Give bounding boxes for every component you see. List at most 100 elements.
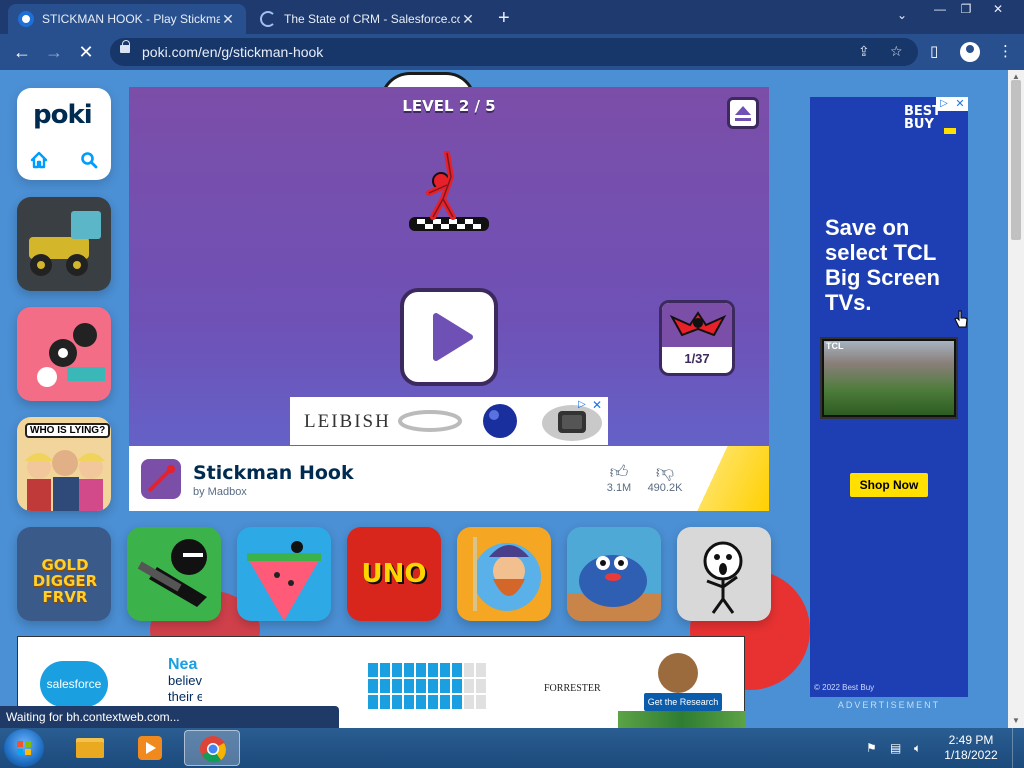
spinner-art (37, 323, 105, 387)
close-window-button[interactable]: ✕ (984, 0, 1012, 18)
forward-button[interactable]: → (42, 40, 66, 64)
person-icon (452, 695, 462, 709)
search-icon[interactable] (79, 150, 99, 170)
person-icon (416, 663, 426, 677)
person-icon (428, 663, 438, 677)
loading-spinner-icon (260, 11, 276, 27)
minimize-button[interactable]: — (926, 0, 954, 18)
collapse-button[interactable] (727, 97, 759, 129)
back-button[interactable]: ← (10, 40, 34, 64)
like-button[interactable]: 👍︎ 3.1M (595, 462, 643, 494)
headline-line: TVs. (825, 290, 872, 315)
game-tile-uno[interactable]: UNO (347, 527, 441, 621)
person-icon (476, 695, 486, 709)
new-tab-button[interactable]: + (498, 7, 510, 30)
tv-screen (824, 341, 954, 415)
stickman-character (409, 151, 489, 231)
tab-close-icon[interactable]: ✕ (460, 11, 476, 28)
windows-taskbar: ⚑ ▤ 🔈︎ 2:49 PM 1/18/2022 (0, 728, 1024, 768)
sapphire-image (483, 404, 517, 438)
person-icon (416, 679, 426, 693)
headline-line: Save on (825, 215, 910, 240)
salesforce-logo[interactable]: salesforce (40, 661, 108, 707)
level-indicator: LEVEL 2 / 5 (402, 97, 496, 115)
person-icon (380, 679, 390, 693)
shop-now-button[interactable]: Shop Now (850, 473, 928, 497)
start-button[interactable] (4, 729, 44, 767)
game-tile-who-is-lying[interactable]: WHO IS LYING? (17, 417, 111, 511)
poki-logo-card[interactable]: poki (17, 88, 111, 180)
maximize-button[interactable]: ❐ (952, 0, 980, 18)
poki-logo[interactable]: poki (33, 100, 93, 130)
person-icon (440, 679, 450, 693)
profile-icon[interactable] (960, 42, 980, 62)
ring-image (398, 410, 462, 432)
bestbuy-tag-icon (944, 128, 956, 134)
person-icon (440, 695, 450, 709)
browser-toolbar: ← → ✕ poki.com/en/g/stickman-hook ⇪ ☆ ▯ … (0, 34, 1024, 70)
person-icon (440, 663, 450, 677)
page-scrollbar[interactable]: ▲ ▼ (1008, 70, 1024, 728)
flag-icon[interactable]: ⚑ (866, 741, 877, 755)
star-icon[interactable]: ☆ (890, 43, 903, 60)
address-bar[interactable]: poki.com/en/g/stickman-hook ⇪ ☆ (110, 38, 918, 66)
tv-image: TCL (820, 337, 958, 419)
game-tile-stickman-face[interactable] (677, 527, 771, 621)
ad-footer: © 2022 Best Buy (814, 683, 875, 692)
network-icon[interactable]: ▤ (890, 741, 901, 755)
ad-close-icon[interactable]: ✕ (952, 97, 968, 111)
person-icon (380, 695, 390, 709)
tab-stickman-hook[interactable]: STICKMAN HOOK - Play Stickman ✕ (8, 4, 246, 34)
game-info-bar: Stickman Hook by Madbox 👍︎ 3.1M 👎︎ 490.2… (129, 446, 769, 511)
game-overlay-ad[interactable]: LEIBISH ▷ ✕ (290, 397, 608, 445)
game-tile-gold-digger[interactable]: GOLD DIGGER FRVR (17, 527, 111, 621)
system-clock[interactable]: 2:49 PM 1/18/2022 (940, 733, 1002, 763)
advertisement-label: ADVERTISEMENT (837, 700, 941, 710)
taskbar-media-player[interactable] (122, 730, 178, 766)
volume-icon[interactable]: 🔈︎ (914, 741, 921, 756)
astro-mascot (658, 653, 698, 693)
game-tile-lumberjack[interactable] (457, 527, 551, 621)
ad-brand[interactable]: LEIBISH (304, 411, 391, 433)
kebab-menu-icon[interactable]: ⋮ (998, 42, 1013, 60)
ad-choices-icon[interactable]: ▷ (936, 97, 952, 111)
play-button[interactable] (400, 288, 498, 386)
ad-choices-icon[interactable]: ▷ (578, 399, 586, 410)
game-tile-watermelon[interactable] (237, 527, 331, 621)
tab-search-button[interactable]: ⌄ (897, 8, 907, 22)
lock-icon[interactable] (120, 40, 130, 53)
scroll-down-arrow-icon[interactable]: ▼ (1012, 716, 1020, 725)
home-icon[interactable] (29, 150, 49, 170)
level-select-card[interactable]: 1/37 (659, 300, 735, 376)
page-content: poki WHO IS LYING? GOLD DIGGER FRVR UNO … (0, 70, 1008, 728)
person-icon (392, 695, 402, 709)
share-icon[interactable]: ⇪ (858, 43, 870, 60)
ad-close-icon[interactable]: ✕ (592, 398, 602, 412)
media-player-icon (138, 736, 162, 760)
person-icon (428, 695, 438, 709)
url-text[interactable]: poki.com/en/g/stickman-hook (142, 44, 323, 60)
side-panel-icon[interactable]: ▯ (930, 42, 938, 60)
game-tile-stickman-shooter[interactable] (127, 527, 221, 621)
clock-date: 1/18/2022 (944, 748, 998, 762)
stop-loading-button[interactable]: ✕ (74, 40, 98, 64)
tab-salesforce[interactable]: The State of CRM - Salesforce.co ✕ (250, 4, 486, 34)
game-tile-blob[interactable] (567, 527, 661, 621)
tab-close-icon[interactable]: ✕ (220, 11, 236, 28)
banner-text-line: their e (168, 689, 202, 704)
taskbar-chrome[interactable] (184, 730, 240, 766)
scroll-thumb[interactable] (1011, 80, 1021, 240)
person-icon (392, 679, 402, 693)
taskbar-file-explorer[interactable] (62, 730, 118, 766)
bat-icon (669, 311, 727, 337)
game-tile-monster-truck[interactable] (17, 197, 111, 291)
dislike-button[interactable]: 👎︎ 490.2K (641, 462, 689, 494)
tile-label: WHO IS LYING? (25, 423, 111, 438)
game-thumbnail[interactable] (141, 459, 181, 499)
show-desktop-button[interactable] (1012, 728, 1024, 768)
game-author[interactable]: by Madbox (193, 486, 247, 498)
person-icon (452, 663, 462, 677)
sidebar-ad[interactable]: BEST BUY ▷ ✕ Save on select TCL Big Scre… (810, 97, 968, 697)
game-tile-spinner[interactable] (17, 307, 111, 401)
get-research-button[interactable]: Get the Research (644, 693, 722, 711)
